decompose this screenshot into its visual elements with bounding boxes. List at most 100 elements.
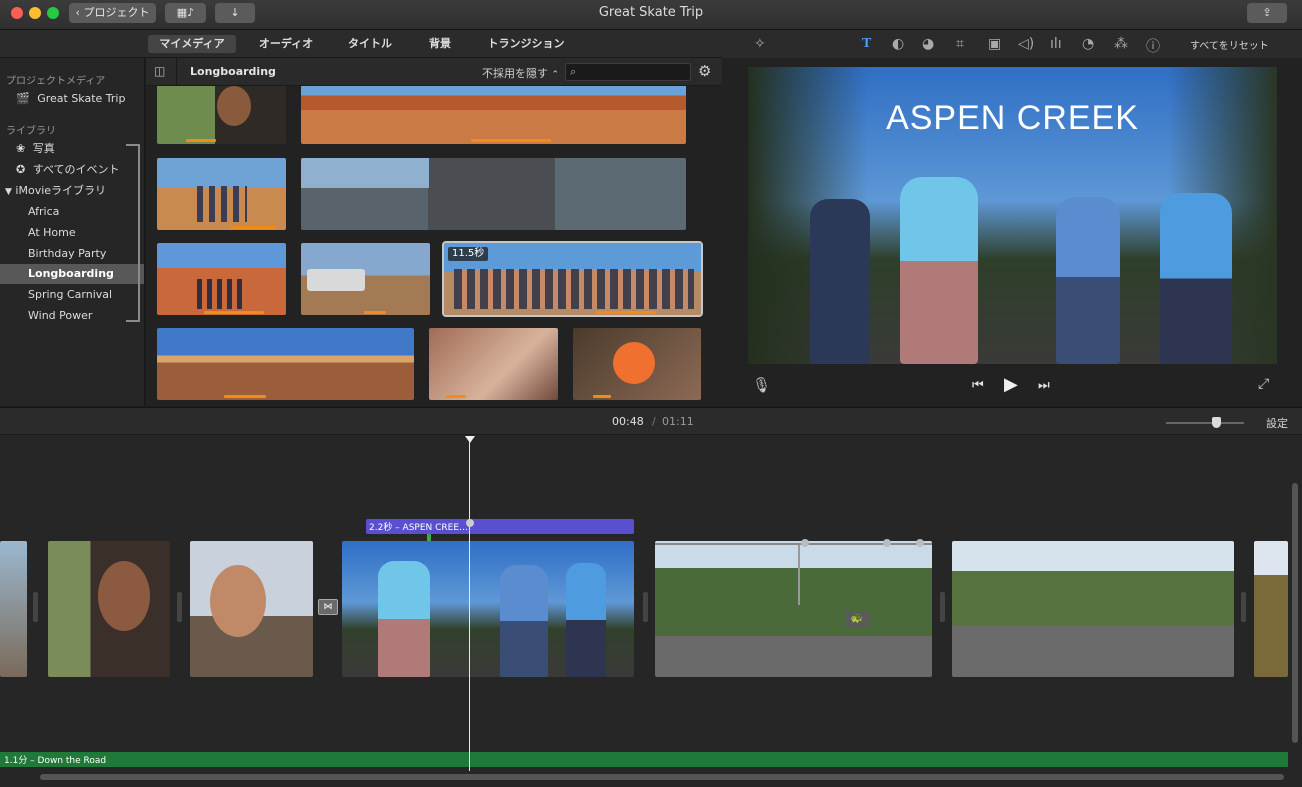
sidebar-item-spring-carnival[interactable]: Spring Carnival xyxy=(0,285,144,305)
total-time: 01:11 xyxy=(662,415,694,428)
skater-figure xyxy=(500,565,548,677)
clip-trim-handle[interactable] xyxy=(33,592,38,622)
clip-trim-handle[interactable] xyxy=(643,592,648,622)
music-track[interactable]: 1.1分 – Down the Road xyxy=(0,752,1288,767)
slow-motion-turtle-icon[interactable]: 🐢 xyxy=(845,611,869,627)
used-clip-marker xyxy=(204,311,264,314)
library-header: ライブラリ xyxy=(6,126,56,137)
tab-my-media[interactable]: マイメディア xyxy=(148,35,236,53)
zoom-slider-thumb[interactable] xyxy=(1212,417,1221,428)
media-thumbnail[interactable] xyxy=(301,158,686,230)
used-clip-marker xyxy=(224,395,266,398)
project-media-header: プロジェクトメディア xyxy=(6,76,106,87)
sidebar-item-at-home[interactable]: At Home xyxy=(0,223,144,243)
media-thumbnail[interactable] xyxy=(157,243,286,315)
video-clip[interactable] xyxy=(48,541,170,677)
viewer: ASPEN CREEK 🎙 ⏮ ▶ ⏭ ⤢ xyxy=(722,58,1302,406)
speed-handle[interactable] xyxy=(883,539,891,547)
search-icon: ⌕ xyxy=(570,65,577,78)
used-clip-marker xyxy=(186,139,216,142)
speed-handle[interactable] xyxy=(801,539,809,547)
person-image xyxy=(210,565,266,637)
used-clip-marker xyxy=(596,311,656,314)
search-input[interactable]: ⌕ xyxy=(565,63,691,81)
crop-icon[interactable]: ⌗ xyxy=(956,36,964,52)
filter-icon[interactable]: ⁂ xyxy=(1114,36,1128,52)
person-image xyxy=(98,561,150,631)
disclosure-triangle-icon[interactable]: ▼ xyxy=(5,187,12,197)
video-clip[interactable]: 🐢 xyxy=(655,541,932,677)
media-thumbnail[interactable] xyxy=(573,328,701,400)
color-palette-icon[interactable]: ◕ xyxy=(922,36,934,52)
tab-audio[interactable]: オーディオ xyxy=(250,35,322,53)
media-thumbnail[interactable] xyxy=(429,328,558,400)
sidebar-item-imovie-library[interactable]: ▼ iMovieライブラリ xyxy=(0,181,144,201)
fullscreen-icon[interactable]: ⤢ xyxy=(1258,376,1269,392)
share-button[interactable]: ⇪ xyxy=(1247,3,1287,23)
timeline-settings-button[interactable]: 設定 xyxy=(1266,415,1288,431)
media-thumbnail[interactable] xyxy=(157,158,286,230)
hide-rejected-dropdown[interactable]: 不採用を隠す ⌃ xyxy=(482,65,559,81)
sidebar-item-wind-power[interactable]: Wind Power xyxy=(0,306,144,326)
horizontal-scrollbar[interactable] xyxy=(40,774,1284,780)
media-thumbnail-selected[interactable]: 11.5秒 xyxy=(442,241,703,317)
gear-icon[interactable]: ⚙ xyxy=(698,62,711,80)
tab-transitions[interactable]: トランジション xyxy=(476,35,576,53)
media-thumbnail[interactable] xyxy=(301,86,686,144)
chevron-updown-icon: ⌃ xyxy=(551,70,560,80)
video-clip[interactable] xyxy=(0,541,27,677)
video-clip-selected[interactable] xyxy=(342,541,634,677)
sidebar-item-photos[interactable]: ❀ 写真 xyxy=(0,139,144,159)
clip-trim-handle[interactable] xyxy=(1241,592,1246,622)
browser-tabs-bar: マイメディア オーディオ タイトル 背景 トランジション xyxy=(0,30,722,58)
transition-icon[interactable]: ⋈ xyxy=(318,599,338,615)
magic-wand-icon[interactable]: ✧ xyxy=(754,36,766,52)
microphone-icon[interactable]: 🎙 xyxy=(752,376,771,394)
skater-figure xyxy=(1056,197,1120,364)
playhead-knob[interactable] xyxy=(466,519,474,527)
duration-badge: 11.5秒 xyxy=(448,247,489,261)
used-clip-marker xyxy=(364,311,386,314)
stabilization-camera-icon[interactable]: ▣ xyxy=(988,36,1001,52)
media-thumbnail[interactable] xyxy=(157,86,286,144)
sidebar-toggle-icon[interactable]: ◫ xyxy=(154,64,165,78)
media-thumbnail[interactable] xyxy=(157,328,414,400)
sidebar-item-project[interactable]: 🎬 Great Skate Trip xyxy=(0,89,144,109)
playhead[interactable] xyxy=(469,437,470,771)
playhead-marker[interactable] xyxy=(465,436,475,443)
clip-trim-handle[interactable] xyxy=(177,592,182,622)
reset-all-button[interactable]: すべてをリセット xyxy=(1190,37,1269,52)
speed-handle[interactable] xyxy=(916,539,924,547)
speed-gauge-icon[interactable]: ◔ xyxy=(1082,36,1094,52)
video-clip[interactable] xyxy=(1254,541,1288,677)
skater-figure xyxy=(378,561,430,677)
info-icon[interactable]: ⓘ xyxy=(1146,36,1160,56)
color-balance-icon[interactable]: ◐ xyxy=(892,36,904,52)
sidebar-item-all-events[interactable]: ✪ すべてのイベント xyxy=(0,160,144,180)
rv-image xyxy=(307,269,365,291)
person-image xyxy=(217,86,251,126)
tab-backgrounds[interactable]: 背景 xyxy=(420,35,460,53)
sidebar-item-birthday-party[interactable]: Birthday Party xyxy=(0,244,144,264)
play-icon[interactable]: ▶ xyxy=(1004,374,1018,395)
sidebar-item-longboarding[interactable]: Longboarding xyxy=(0,264,144,284)
skip-back-icon[interactable]: ⏮ xyxy=(972,378,984,393)
tab-titles[interactable]: タイトル xyxy=(340,35,400,53)
title-clip[interactable]: 2.2秒 – ASPEN CREE… xyxy=(366,519,634,534)
sidebar-item-africa[interactable]: Africa xyxy=(0,202,144,222)
video-clip[interactable] xyxy=(952,541,1234,677)
equalizer-icon[interactable]: ılı xyxy=(1050,36,1062,52)
vertical-scrollbar[interactable] xyxy=(1292,483,1298,743)
media-thumbnail[interactable] xyxy=(301,243,430,315)
zoom-slider[interactable] xyxy=(1166,422,1244,424)
video-clip[interactable] xyxy=(190,541,313,677)
library-sidebar: プロジェクトメディア 🎬 Great Skate Trip ライブラリ ❀ 写真… xyxy=(0,58,145,406)
skip-forward-icon[interactable]: ⏭ xyxy=(1038,378,1050,393)
skater-figure xyxy=(566,563,606,677)
clip-trim-handle[interactable] xyxy=(940,592,945,622)
current-time: 00:48 xyxy=(612,415,644,428)
skater-figure xyxy=(1160,193,1232,364)
group-people-image xyxy=(197,186,247,222)
volume-icon[interactable]: ◁) xyxy=(1018,36,1034,52)
title-text-icon[interactable]: T xyxy=(862,36,871,52)
